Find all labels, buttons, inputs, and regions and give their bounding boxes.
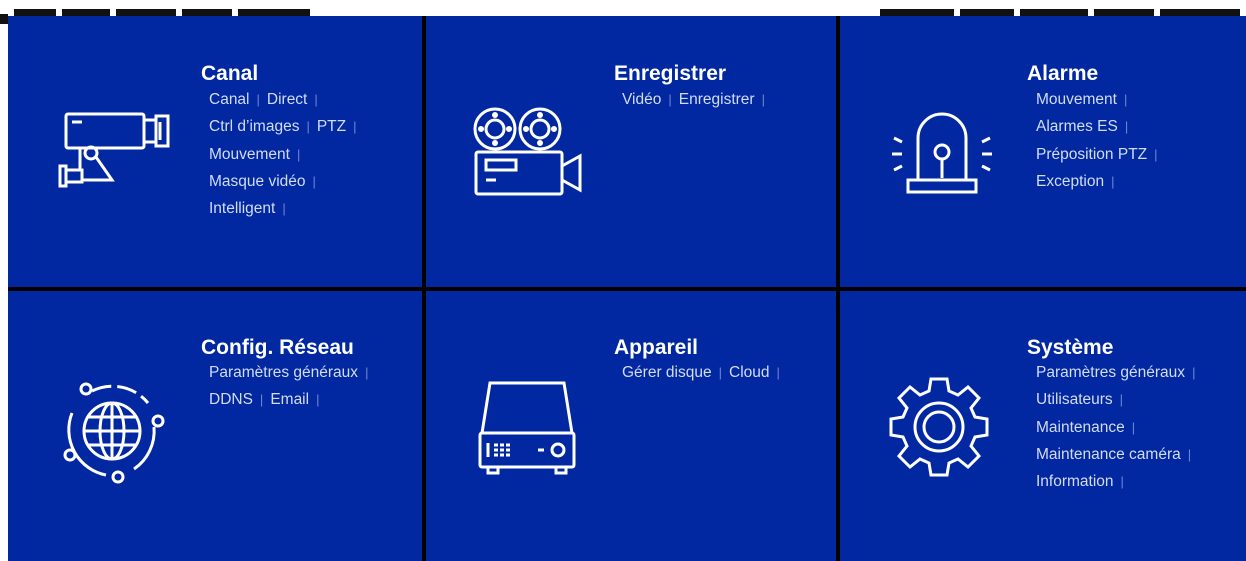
link-utilisateurs[interactable]: Utilisateurs: [1036, 391, 1113, 408]
link-parametres-generaux[interactable]: Paramètres généraux: [209, 364, 358, 381]
link-email[interactable]: Email: [270, 391, 309, 408]
link-ptz[interactable]: PTZ: [317, 118, 346, 135]
tile-title: Enregistrer: [614, 62, 727, 85]
link-parametres-generaux[interactable]: Paramètres généraux: [1036, 364, 1185, 381]
tile-links: Mouvement | Alarmes ES | Préposition PTZ | …: [1036, 91, 1158, 190]
tile-canal[interactable]: Canal Canal | Direct | Ctrl d’images | PTZ | M…: [8, 16, 422, 287]
tile-systeme[interactable]: Système Paramètres généraux | Utilisateur…: [840, 291, 1246, 561]
alarm-siren-icon: [892, 112, 992, 194]
tile-alarme[interactable]: Alarme Mouvement | Alarmes ES | Prépositio…: [840, 16, 1246, 287]
link-mouvement[interactable]: Mouvement: [1036, 91, 1117, 108]
link-maintenance[interactable]: Maintenance: [1036, 419, 1125, 436]
tile-links: Paramètres généraux | Utilisateurs | Maint…: [1036, 364, 1196, 491]
link-mouvement[interactable]: Mouvement: [209, 146, 290, 163]
link-cloud[interactable]: Cloud: [729, 364, 770, 381]
link-ddns[interactable]: DDNS: [209, 391, 253, 408]
tile-links: Vidéo | Enregistrer |: [622, 91, 765, 108]
tile-appareil[interactable]: Appareil Gérer disque | Cloud |: [426, 291, 836, 561]
link-maintenance-camera[interactable]: Maintenance caméra: [1036, 446, 1181, 463]
tile-title: Système: [1027, 336, 1114, 359]
tile-links: Canal | Direct | Ctrl d’images | PTZ | Mouveme…: [209, 91, 357, 218]
tile-title: Appareil: [614, 336, 699, 359]
tile-title: Alarme: [1027, 62, 1099, 85]
link-masque-video[interactable]: Masque vidéo: [209, 173, 306, 190]
tile-links: Gérer disque | Cloud |: [622, 364, 780, 381]
globe-network-icon: [63, 382, 165, 484]
link-gerer-disque[interactable]: Gérer disque: [622, 364, 712, 381]
tile-title: Canal: [201, 62, 259, 85]
link-ctrl-images[interactable]: Ctrl d’images: [209, 118, 299, 135]
link-enregistrer[interactable]: Enregistrer: [679, 91, 755, 108]
link-canal[interactable]: Canal: [209, 91, 250, 108]
link-direct[interactable]: Direct: [267, 91, 307, 108]
link-video[interactable]: Vidéo: [622, 91, 661, 108]
link-alarmes-es[interactable]: Alarmes ES: [1036, 118, 1118, 135]
camera-icon: [58, 112, 170, 188]
film-camera-icon: [473, 107, 582, 196]
tile-enregistrer[interactable]: Enregistrer Vidéo | Enregistrer |: [426, 16, 836, 287]
gear-icon: [889, 377, 989, 477]
tile-config-reseau[interactable]: Config. Réseau Paramètres généraux | DDNS…: [8, 291, 422, 561]
main-menu-grid: Canal Canal | Direct | Ctrl d’images | PTZ | M…: [8, 16, 1246, 561]
tile-title: Config. Réseau: [201, 336, 354, 359]
dvr-device-icon: [478, 381, 576, 475]
tile-links: Paramètres généraux | DDNS | Email |: [209, 364, 369, 409]
link-information[interactable]: Information: [1036, 473, 1114, 490]
top-edge-strip: [0, 0, 1246, 16]
link-preposition-ptz[interactable]: Préposition PTZ: [1036, 146, 1147, 163]
link-exception[interactable]: Exception: [1036, 173, 1104, 190]
link-intelligent[interactable]: Intelligent: [209, 200, 275, 217]
